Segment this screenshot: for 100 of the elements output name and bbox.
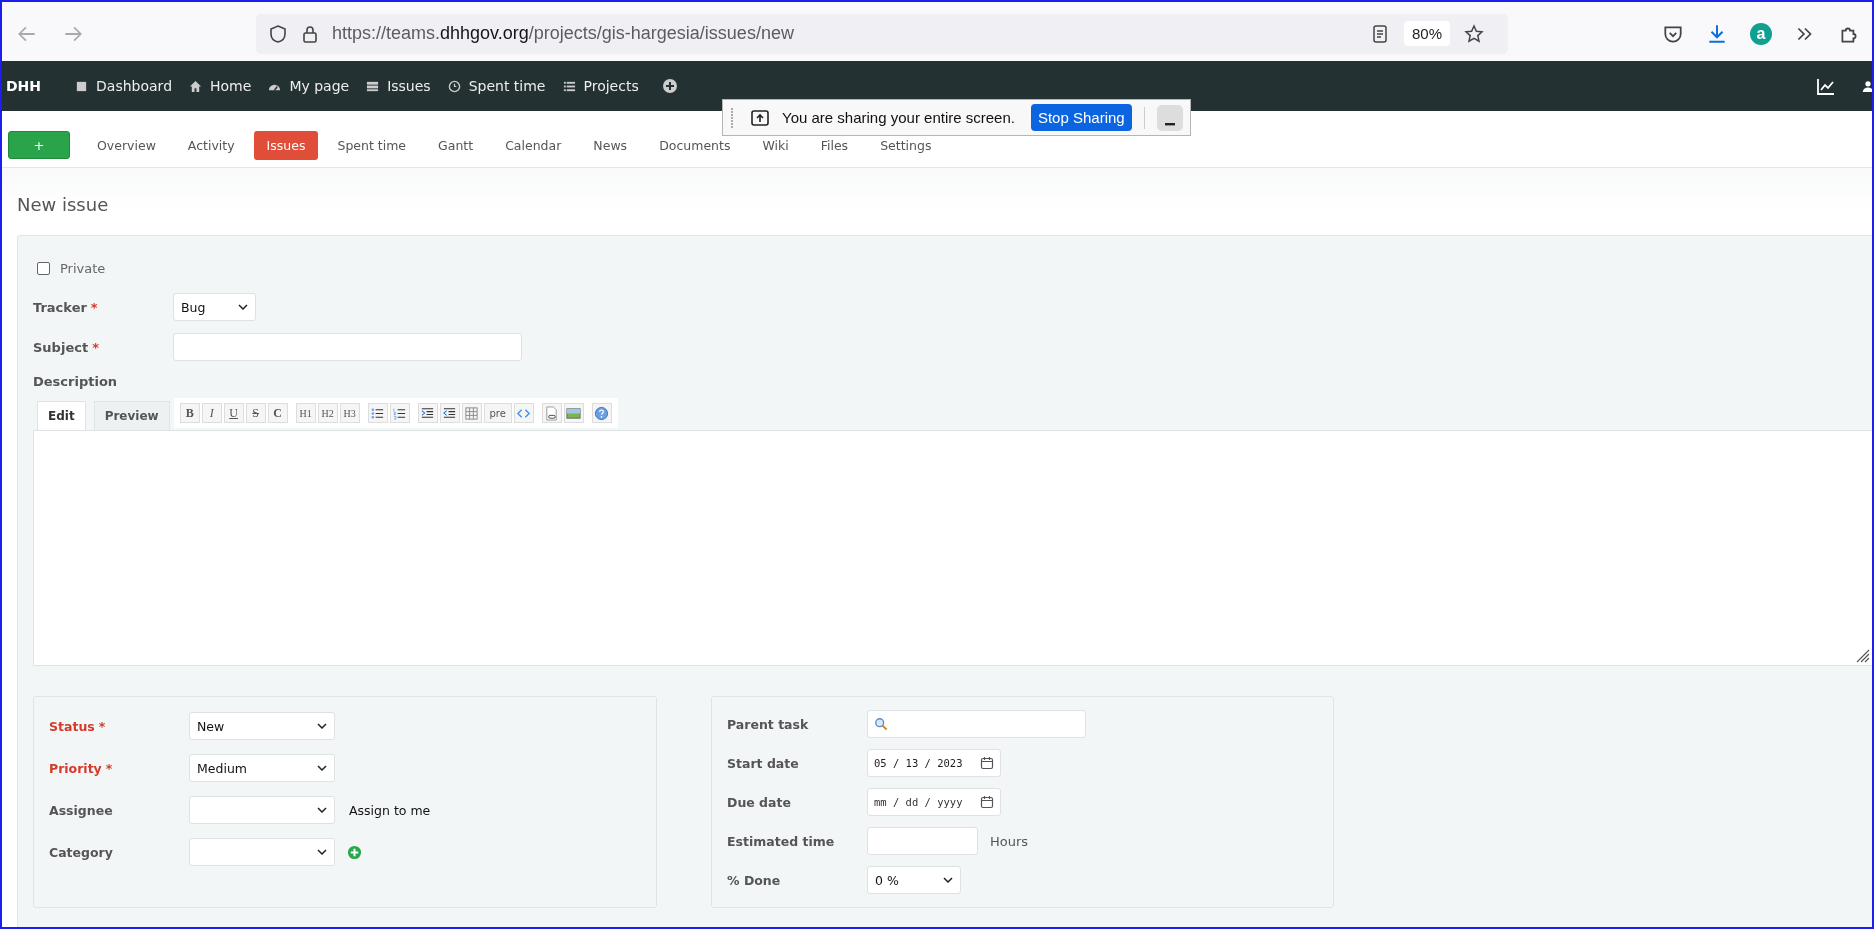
hours-unit: Hours — [990, 833, 1029, 849]
assign-to-me-link[interactable]: Assign to me — [349, 802, 431, 818]
project-tab[interactable]: Activity — [174, 130, 248, 160]
estimated-time-field[interactable] — [867, 827, 978, 855]
private-label: Private — [60, 261, 106, 276]
dropdown-select[interactable]: New — [189, 712, 335, 740]
outdent-button[interactable] — [439, 403, 460, 423]
minimize-icon — [1163, 121, 1176, 126]
top-menu-link[interactable]: Home — [189, 78, 252, 94]
field-label: Status * — [49, 718, 107, 734]
page-title: New issue — [17, 193, 110, 217]
format-button[interactable]: I — [201, 403, 222, 423]
private-checkbox[interactable] — [37, 262, 50, 275]
file-link-icon — [544, 405, 560, 421]
editor-tab[interactable]: Preview — [93, 401, 170, 430]
format-button[interactable]: U — [223, 403, 244, 423]
top-menu-link[interactable]: Issues — [366, 78, 431, 94]
shield-icon[interactable] — [268, 23, 288, 44]
url-text[interactable]: https://teams.dhhgov.org/projects/gis-hargesia/issues/new — [332, 23, 1370, 44]
field-label: % Done — [727, 872, 782, 888]
resize-handle-icon[interactable] — [1856, 649, 1870, 663]
project-tab[interactable]: Overview — [84, 130, 169, 160]
chevron-icon — [317, 807, 327, 813]
format-button[interactable]: H3 — [339, 403, 360, 423]
field-label: Start date — [727, 755, 800, 771]
indent-button[interactable] — [417, 403, 438, 423]
table-icon — [464, 405, 480, 421]
code-button[interactable] — [513, 403, 534, 423]
date-input[interactable]: mm / dd / yyyy — [874, 796, 976, 808]
image-icon — [566, 405, 582, 421]
parent-task-field[interactable] — [867, 710, 1086, 738]
clock-icon — [447, 79, 461, 93]
field-label: Estimated time — [727, 833, 836, 849]
subject-label: Subject * — [33, 339, 100, 355]
field-label: Due date — [727, 794, 792, 810]
date-field[interactable]: 05 / 13 / 2023 — [867, 749, 1001, 777]
issues-icon — [366, 79, 380, 93]
list-icon — [562, 79, 576, 93]
project-tab[interactable]: News — [580, 130, 641, 160]
indent-icon — [420, 405, 436, 421]
add-icon[interactable] — [347, 844, 362, 860]
calendar-icon — [980, 756, 994, 770]
field-label: Parent task — [727, 716, 810, 732]
description-label: Description — [33, 374, 119, 389]
user-icon[interactable] — [1862, 78, 1872, 94]
project-tab[interactable]: Issues — [253, 130, 319, 160]
calendar-icon — [980, 795, 994, 809]
project-tab[interactable]: Gantt — [425, 130, 487, 160]
home-icon — [189, 79, 203, 93]
format-button[interactable]: H2 — [317, 403, 338, 423]
outdent-icon — [442, 405, 458, 421]
chart-icon[interactable] — [1816, 76, 1836, 96]
top-menu-link[interactable]: Spent time — [447, 78, 546, 94]
tracker-select[interactable]: Bug — [173, 293, 256, 321]
dropdown-select[interactable]: Medium — [189, 754, 335, 782]
project-tab[interactable]: Spent time — [324, 130, 420, 160]
top-menu-link[interactable]: Projects — [562, 78, 639, 94]
chevron-icon — [317, 765, 327, 771]
project-tab[interactable]: Documents — [646, 130, 744, 160]
done-select[interactable]: 0 % — [867, 866, 961, 894]
editor-tab[interactable]: Edit — [37, 401, 86, 430]
top-menu-link[interactable]: My page — [268, 78, 350, 94]
subject-field[interactable] — [173, 333, 522, 361]
lock-icon[interactable] — [300, 23, 320, 44]
project-tab[interactable]: Calendar — [492, 130, 575, 160]
image-button[interactable] — [563, 403, 584, 423]
date-input[interactable]: 05 / 13 / 2023 — [874, 757, 976, 769]
grip-icon[interactable] — [730, 105, 734, 130]
minimize-button[interactable] — [1156, 104, 1183, 131]
date-field[interactable]: mm / dd / yyyy — [867, 788, 1001, 816]
brand-name[interactable]: DHH — [6, 78, 42, 94]
share-screen-icon — [750, 107, 770, 128]
tracker-label: Tracker * — [33, 299, 99, 315]
top-menu-link[interactable]: Dashboard — [75, 78, 173, 94]
file-link-button[interactable] — [541, 403, 562, 423]
help-icon — [594, 405, 610, 421]
chevron-icon — [317, 849, 327, 855]
field-label: Priority * — [49, 760, 114, 776]
format-button[interactable]: S — [245, 403, 266, 423]
chevron-icon — [238, 304, 248, 310]
plus-circle-icon[interactable] — [661, 78, 678, 94]
field-label: Category — [49, 844, 114, 860]
format-button[interactable]: pre — [483, 403, 512, 423]
zoom-level-button[interactable]: 80% — [1403, 21, 1450, 46]
magnifier-icon — [874, 717, 888, 731]
bullet-list-button[interactable] — [367, 403, 388, 423]
format-button[interactable]: H1 — [295, 403, 316, 423]
chevron-icon — [943, 877, 953, 883]
numbered-list-button[interactable] — [389, 403, 410, 423]
address-bar[interactable]: https://teams.dhhgov.org/projects/gis-hargesia/issues/new 80% — [256, 13, 1508, 54]
square-icon — [75, 79, 89, 93]
chevron-icon — [317, 723, 327, 729]
star-icon[interactable] — [1464, 23, 1484, 44]
format-button[interactable]: C — [267, 403, 288, 423]
download-icon[interactable] — [1706, 22, 1728, 45]
format-button[interactable]: B — [179, 403, 200, 423]
field-label: Assignee — [49, 802, 114, 818]
stop-sharing-button[interactable]: Stop Sharing — [1030, 104, 1132, 131]
share-message: You are sharing your entire screen. — [782, 109, 1015, 126]
help-button[interactable] — [591, 403, 612, 423]
